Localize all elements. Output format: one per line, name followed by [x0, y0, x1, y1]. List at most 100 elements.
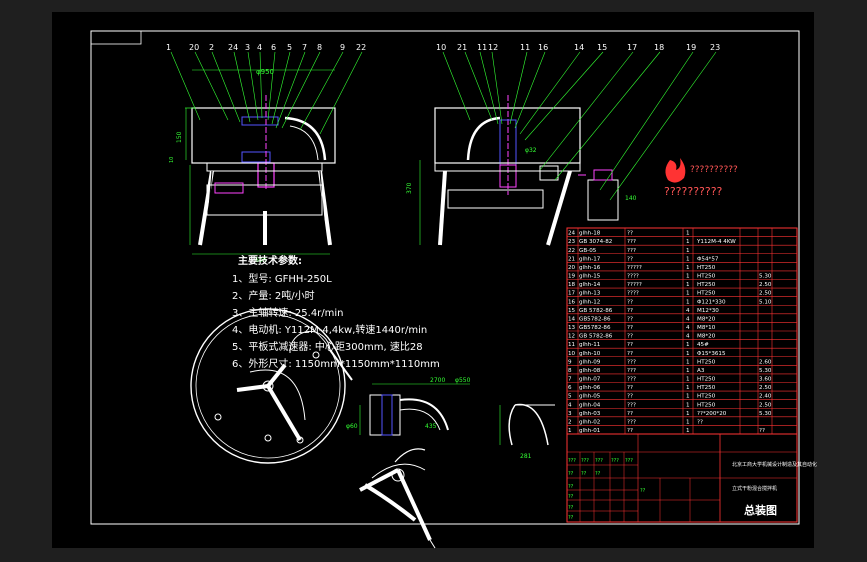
- bom-row-material: HT250: [697, 394, 716, 400]
- bom-row-material: HT250: [697, 274, 716, 280]
- bom-row-name: ???: [627, 419, 636, 425]
- bom-row-no: 9: [568, 359, 572, 365]
- balloon-side: 23: [710, 43, 720, 52]
- bom-row-name: ??: [627, 256, 633, 262]
- bom-row-code: glhh-09: [579, 359, 601, 365]
- bom-row-material: HT250: [697, 359, 716, 365]
- title-block-label: ???: [625, 458, 633, 464]
- bom-row-name: ??: [627, 231, 633, 237]
- balloon-side: 17: [627, 43, 637, 52]
- title-block-label: ???: [581, 458, 589, 464]
- bom-row-no: 7: [568, 377, 572, 383]
- bom-row-note: 2.40: [759, 394, 772, 400]
- bom-row-qty: 1: [686, 351, 690, 357]
- bom-row-qty: 1: [686, 282, 690, 288]
- title-block-label: ??: [568, 471, 574, 477]
- bom-row-qty: 1: [686, 342, 690, 348]
- bom-row-material: M12*30: [697, 308, 719, 314]
- bom-row-note: 2.50: [759, 402, 772, 408]
- bom-row-code: GB 5782-86: [579, 308, 613, 314]
- bom-row-name: ??: [627, 334, 633, 340]
- bom-row-qty: 1: [686, 419, 690, 425]
- bom-row-code: glhh-11: [579, 342, 601, 348]
- bom-row-name: ??: [627, 385, 633, 391]
- bom-row-material: M8*20: [697, 334, 716, 340]
- bom-row-name: ??: [627, 428, 633, 434]
- bom-row-qty: 4: [686, 325, 690, 331]
- bom-row-no: 18: [568, 282, 576, 288]
- bom-row-code: glhh-01: [579, 428, 601, 434]
- bom-row-name: ???: [627, 248, 636, 254]
- bom-row-note: 3.60: [759, 377, 772, 383]
- bom-row-material: M8*20: [697, 316, 716, 322]
- bom-row-name: ???: [627, 359, 636, 365]
- bom-row-name: ??: [627, 325, 633, 331]
- bom-row-material: HT250: [697, 385, 716, 391]
- bom-row-name: ??: [627, 411, 633, 417]
- bom-row-code: glhh-15: [579, 274, 601, 280]
- balloon-front: 6: [271, 43, 276, 52]
- bom-row-material: ??*200*20: [697, 411, 727, 417]
- bom-row-code: glhh-08: [579, 368, 601, 374]
- balloon-front: 20: [189, 43, 199, 52]
- balloon-front: 8: [317, 43, 322, 52]
- bom-row-qty: 4: [686, 308, 690, 314]
- balloon-side: 21: [457, 43, 467, 52]
- bom-row-code: GB5782-86: [579, 316, 611, 322]
- model-space: [52, 12, 814, 548]
- bom-row-qty: 1: [686, 274, 690, 280]
- bom-row-qty: 1: [686, 411, 690, 417]
- bom-row-name: ??: [627, 342, 633, 348]
- bom-row-note: 2.60: [759, 359, 772, 365]
- bom-row-note: 5.30: [759, 411, 772, 417]
- bom-row-name: ???: [627, 239, 636, 245]
- balloon-side: 11: [477, 43, 487, 52]
- title-block-label: ??: [568, 515, 574, 521]
- bom-row-material: Y112M-4 4KW: [696, 239, 736, 245]
- dim-detail-d: 281: [520, 453, 532, 460]
- bom-row-code: glhh-12: [579, 299, 600, 305]
- bom-row-no: 14: [568, 316, 576, 322]
- bom-row-no: 24: [568, 231, 576, 237]
- bom-row-code: glhh-14: [579, 282, 601, 288]
- spec-line: 1、型号: GFHH-250L: [232, 272, 332, 285]
- bom-row-no: 17: [568, 291, 576, 297]
- title-block-label: ??: [568, 505, 574, 511]
- bom-row-qty: 1: [686, 239, 690, 245]
- bom-row-note: 5.30: [759, 368, 772, 374]
- title-block-label: ???: [611, 458, 619, 464]
- bom-row-name: ??: [627, 308, 633, 314]
- bom-row-material: 45#: [697, 342, 709, 348]
- balloon-side: 18: [654, 43, 664, 52]
- bom-row-qty: 1: [686, 265, 690, 271]
- balloon-front: 5: [287, 43, 292, 52]
- bom-row-code: glhh-13: [579, 291, 601, 297]
- dim-detail-e: φ60: [346, 423, 358, 430]
- bom-row-material: Φ54*57: [697, 256, 719, 262]
- bom-row-name: ???: [627, 377, 636, 383]
- bom-row-qty: 1: [686, 359, 690, 365]
- balloon-front: 1: [166, 43, 171, 52]
- dim-shaft: φ32: [525, 147, 537, 154]
- dim-top-width: φ950: [256, 68, 274, 76]
- bom-row-qty: 1: [686, 291, 690, 297]
- drawing-name: 立式干粉混合搅拌机: [732, 485, 777, 492]
- bom-row-qty: 1: [686, 385, 690, 391]
- spec-line: 2、产量: 2吨/小时: [232, 289, 315, 302]
- bom-row-no: 6: [568, 385, 572, 391]
- bom-row-qty: 1: [686, 428, 690, 434]
- bom-row-qty: 1: [686, 402, 690, 408]
- bom-row-material: A3: [697, 368, 705, 374]
- bom-row-code: glhh-18: [579, 231, 601, 237]
- title-block-label: ??: [568, 484, 574, 490]
- specs-title: 主要技术参数:: [238, 254, 302, 267]
- spec-line: 4、电动机: Y112M-4,4kw,转速1440r/min: [232, 323, 427, 336]
- dim-detail-a: 2700: [430, 377, 445, 384]
- dim-side-height: 370: [406, 182, 413, 194]
- bom-row-no: 22: [568, 248, 575, 254]
- bom-row-no: 20: [568, 265, 576, 271]
- bom-row-name: ??: [627, 394, 633, 400]
- balloon-front: 3: [245, 43, 250, 52]
- bom-row-name: ?????: [627, 282, 642, 288]
- bom-row-name: ?????: [627, 265, 642, 271]
